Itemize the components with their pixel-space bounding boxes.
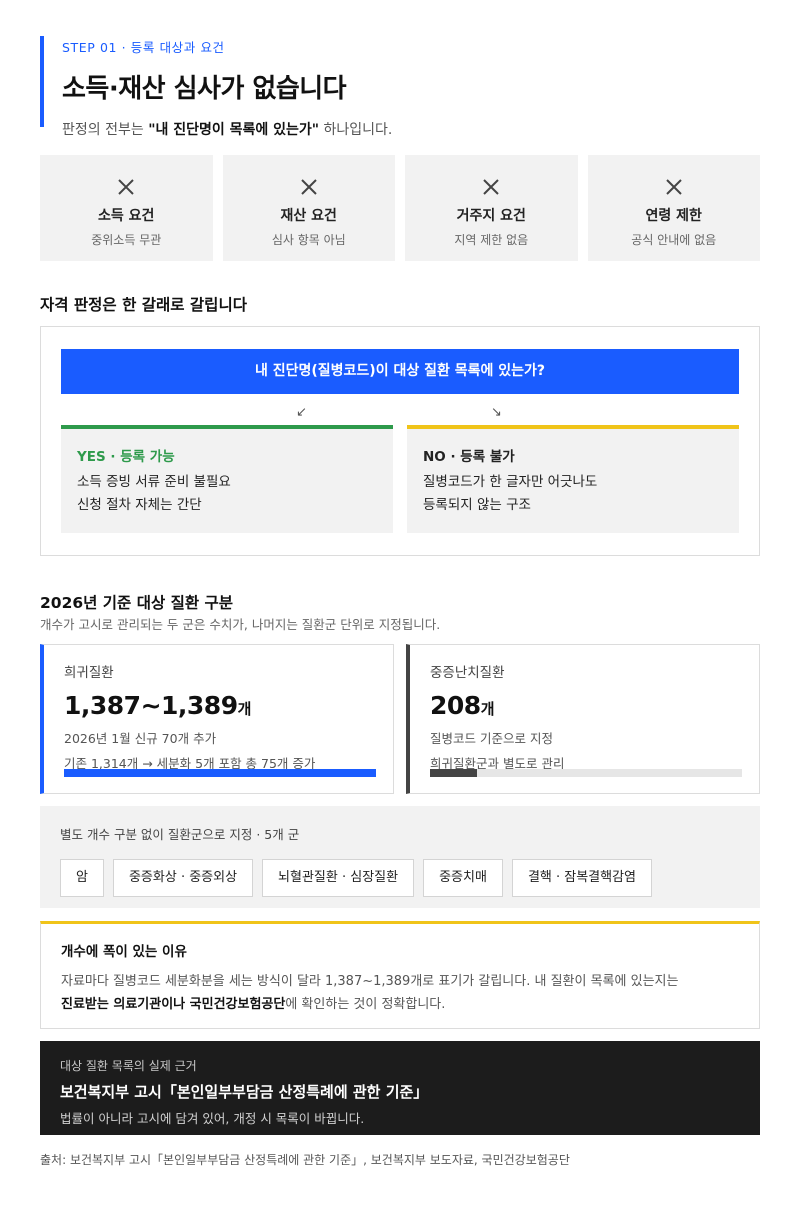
requirement-title: 거주지 요건 [456, 208, 526, 224]
group-chips: 암 중증화상 · 중증외상 뇌혈관질환 · 심장질환 중증치매 결핵 · 잠복결… [60, 859, 740, 897]
decision-yes-heading: YES · 등록 가능 [77, 449, 175, 465]
requirement-desc: 공식 안내에 없음 [631, 233, 717, 247]
note-body: 자료마다 질병코드 세분화분을 세는 방식이 달라 1,387~1,389개로 … [61, 970, 739, 1016]
stat-bar [430, 769, 742, 777]
requirement-title: 소득 요건 [98, 208, 155, 224]
basis-title: 보건복지부 고시「본인일부부담금 산정특례에 관한 기준」 [60, 1083, 429, 1101]
close-icon [301, 179, 317, 195]
decision-yes: YES · 등록 가능 소득 증빙 서류 준비 불필요 신청 절차 자체는 간단 [61, 425, 393, 533]
requirement-card-age: 연령 제한 공식 안내에 없음 [587, 155, 760, 261]
decision-yes-line: 신청 절차 자체는 간단 [77, 497, 202, 513]
stat-note: 2026년 1월 신규 70개 추가 [64, 731, 217, 746]
step-label: STEP 01 · 등록 대상과 요건 [62, 40, 225, 55]
basis-desc: 법률이 아니라 고시에 담겨 있어, 개정 시 목록이 바뀝니다. [60, 1111, 365, 1126]
requirement-desc: 지역 제한 없음 [454, 233, 529, 247]
note-body-text: 에 확인하는 것이 정확합니다. [285, 997, 446, 1012]
stat-bar-fill [64, 769, 376, 777]
group-chip: 중증화상 · 중증외상 [112, 859, 254, 897]
diseases-section-title: 2026년 기준 대상 질환 구분 [40, 594, 234, 612]
decision-yes-line: 소득 증빙 서류 준비 불필요 [77, 474, 231, 490]
group-chip: 암 [60, 859, 104, 897]
range-note: 개수에 폭이 있는 이유 자료마다 질병코드 세분화분을 세는 방식이 달라 1… [40, 921, 760, 1029]
requirement-desc: 심사 항목 아님 [271, 233, 346, 247]
group-chip: 결핵 · 잠복결핵감염 [511, 859, 653, 897]
decision-box: 내 진단명(질병코드)이 대상 질환 목록에 있는가? ↙ ↘ YES · 등록… [40, 326, 760, 556]
stat-unit: 개 [480, 700, 495, 718]
note-body-text: 자료마다 질병코드 세분화분을 세는 방식이 달라 1,387~1,389개로 … [61, 974, 679, 989]
arrow-down-left-icon: ↙ [296, 405, 307, 420]
subtitle-post: 하나입니다. [319, 122, 393, 138]
note-title: 개수에 폭이 있는 이유 [61, 944, 187, 960]
stat-note: 질병코드 기준으로 지정 [430, 731, 553, 746]
arrow-down-right-icon: ↘ [491, 405, 502, 420]
stat-label: 희귀질환 [64, 665, 114, 681]
close-icon [666, 179, 682, 195]
diseases-section-subtitle: 개수가 고시로 관리되는 두 군은 수치가, 나머지는 질환군 단위로 지정됩니… [40, 617, 441, 632]
decision-no-heading: NO · 등록 불가 [423, 449, 515, 465]
stat-value: 1,387~1,389개 [64, 691, 375, 720]
group-chip: 뇌혈관질환 · 심장질환 [262, 859, 415, 897]
groups-title: 별도 개수 구분 없이 질환군으로 지정 · 5개 군 [60, 827, 300, 842]
page-header: STEP 01 · 등록 대상과 요건 소득·재산 심사가 없습니다 판정의 전… [40, 36, 760, 138]
requirement-title: 재산 요건 [280, 208, 337, 224]
stat-number: 208 [430, 691, 481, 720]
decision-section-title: 자격 판정은 한 갈래로 갈립니다 [40, 296, 247, 314]
requirement-card-residence: 거주지 요건 지역 제한 없음 [405, 155, 578, 261]
legal-basis-box: 대상 질환 목록의 실제 근거 보건복지부 고시「본인일부부담금 산정특례에 관… [40, 1041, 760, 1135]
decision-no-line: 등록되지 않는 구조 [423, 497, 531, 513]
subtitle-pre: 판정의 전부는 [62, 122, 149, 138]
group-chip: 중증치매 [423, 859, 503, 897]
page-title: 소득·재산 심사가 없습니다 [62, 74, 347, 104]
stat-bar-fill [430, 769, 477, 777]
subtitle-bold: "내 진단명이 목록에 있는가" [148, 122, 320, 138]
stat-unit: 개 [237, 700, 252, 718]
rare-disease-card: 희귀질환 1,387~1,389개 2026년 1월 신규 70개 추가 기존 … [40, 644, 394, 794]
decision-question: 내 진단명(질병코드)이 대상 질환 목록에 있는가? [61, 349, 739, 394]
requirement-card-property: 재산 요건 심사 항목 아님 [222, 155, 395, 261]
disease-groups: 별도 개수 구분 없이 질환군으로 지정 · 5개 군 암 중증화상 · 중증외… [40, 806, 760, 908]
decision-no-line: 질병코드가 한 글자만 어긋나도 [423, 474, 598, 490]
source-text: 출처: 보건복지부 고시「본인일부부담금 산정특례에 관한 기준」, 보건복지부… [40, 1153, 570, 1167]
note-body-bold: 진료받는 의료기관이나 국민건강보험공단 [61, 997, 286, 1012]
page-subtitle: 판정의 전부는 "내 진단명이 목록에 있는가" 하나입니다. [62, 119, 760, 139]
stat-number: 1,387~1,389 [64, 691, 238, 720]
close-icon [118, 179, 134, 195]
requirement-card-income: 소득 요건 중위소득 무관 [40, 155, 213, 261]
stat-value: 208개 [430, 691, 741, 720]
stat-bar [64, 769, 376, 777]
requirement-title: 연령 제한 [645, 208, 702, 224]
requirement-cards: 소득 요건 중위소득 무관 재산 요건 심사 항목 아님 거주지 요건 지역 제… [40, 155, 760, 261]
requirement-desc: 중위소득 무관 [91, 233, 162, 247]
intractable-disease-card: 중증난치질환 208개 질병코드 기준으로 지정 희귀질환군과 별도로 관리 [406, 644, 760, 794]
decision-no: NO · 등록 불가 질병코드가 한 글자만 어긋나도 등록되지 않는 구조 [407, 425, 739, 533]
stat-label: 중증난치질환 [430, 665, 505, 681]
close-icon [483, 179, 499, 195]
basis-label: 대상 질환 목록의 실제 근거 [60, 1059, 197, 1073]
